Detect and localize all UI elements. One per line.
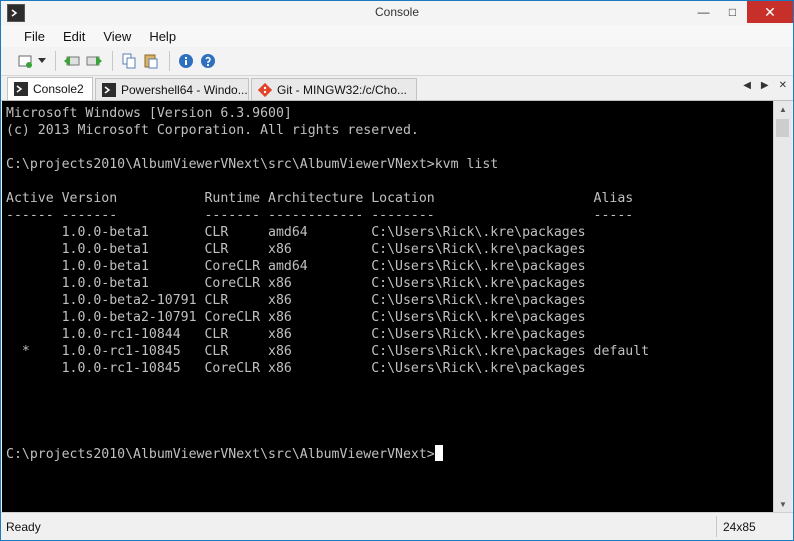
status-bar: Ready 24x85 (1, 512, 793, 540)
new-tab-dropdown[interactable] (37, 51, 47, 71)
tab-console2[interactable]: Console2 (7, 77, 93, 100)
tab-close-icon[interactable]: ✕ (779, 80, 787, 91)
arrow-right-icon (86, 56, 102, 66)
console-window: Console — □ ✕ File Edit View Help Consol… (0, 0, 794, 541)
toolbar (1, 47, 793, 76)
chevron-down-icon (38, 58, 46, 63)
info-icon (179, 54, 193, 68)
help-button[interactable] (198, 51, 218, 71)
tab-bar: Console2 Powershell64 - Windo... Git - M… (1, 76, 793, 101)
close-button[interactable]: ✕ (747, 1, 793, 23)
vertical-scrollbar[interactable]: ▲ ▼ (773, 101, 792, 513)
console-tab-icon (14, 82, 28, 96)
scroll-down-icon[interactable]: ▼ (774, 496, 792, 513)
text-cursor (434, 445, 443, 461)
info-button[interactable] (176, 51, 196, 71)
console-line: (c) 2013 Microsoft Corporation. All righ… (6, 123, 419, 138)
console-line: 1.0.0-beta1 CoreCLR x86 C:\Users\Rick\.k… (6, 276, 586, 291)
menu-file[interactable]: File (15, 29, 54, 44)
menu-help[interactable]: Help (140, 29, 185, 44)
new-tab-icon (18, 55, 32, 68)
powershell-tab-icon (102, 82, 116, 97)
new-tab-button[interactable] (15, 51, 35, 71)
toolbar-separator (112, 51, 113, 71)
console-line: Active Version Runtime Architecture Loca… (6, 191, 634, 206)
console-prompt: C:\projects2010\AlbumViewerVNext\src\Alb… (6, 447, 435, 462)
console-size: 24x85 (716, 516, 793, 537)
help-icon (201, 54, 215, 68)
scrollbar-thumb[interactable] (776, 119, 789, 137)
console-prompt-line: C:\projects2010\AlbumViewerVNext\src\Alb… (6, 445, 774, 462)
toolbar-separator (55, 51, 56, 71)
window-title: Console (374, 5, 420, 19)
arrow-left-icon (64, 56, 80, 66)
console-line: ------ ------- ------- ------------ ----… (6, 208, 634, 223)
tab-label: Git - MINGW32:/c/Cho... (277, 82, 408, 97)
menu-view[interactable]: View (94, 29, 140, 44)
minimize-button[interactable]: — (689, 1, 718, 23)
console-line: C:\projects2010\AlbumViewerVNext\src\Alb… (6, 157, 499, 172)
scroll-up-icon[interactable]: ▲ (774, 101, 792, 118)
console-line: 1.0.0-rc1-10845 CoreCLR x86 C:\Users\Ric… (6, 361, 586, 376)
tab-label: Powershell64 - Windo... (121, 82, 248, 97)
copy-icon (122, 53, 136, 69)
status-text: Ready (6, 519, 41, 534)
next-tab-button[interactable] (84, 51, 104, 71)
tab-scroll-left-icon[interactable]: ◀ (743, 80, 751, 91)
toolbar-separator (169, 51, 170, 71)
console-line: 1.0.0-beta1 CLR x86 C:\Users\Rick\.kre\p… (6, 242, 586, 257)
console-line: 1.0.0-beta1 CLR amd64 C:\Users\Rick\.kre… (6, 225, 586, 240)
paste-icon (144, 54, 158, 69)
title-bar[interactable]: Console — □ ✕ (1, 1, 793, 25)
tab-git[interactable]: Git - MINGW32:/c/Cho... (251, 78, 417, 100)
tab-powershell64[interactable]: Powershell64 - Windo... (95, 78, 249, 100)
console-line: 1.0.0-beta2-10791 CLR x86 C:\Users\Rick\… (6, 293, 586, 308)
menu-bar: File Edit View Help (1, 25, 793, 47)
menu-edit[interactable]: Edit (54, 29, 94, 44)
console-output[interactable]: Microsoft Windows [Version 6.3.9600] (c) … (2, 101, 774, 513)
console-line: 1.0.0-beta2-10791 CoreCLR x86 C:\Users\R… (6, 310, 586, 325)
git-tab-icon (258, 82, 272, 97)
previous-tab-button[interactable] (62, 51, 82, 71)
console-line: * 1.0.0-rc1-10845 CLR x86 C:\Users\Rick\… (6, 344, 650, 359)
console-line: 1.0.0-rc1-10844 CLR x86 C:\Users\Rick\.k… (6, 327, 586, 342)
console-line: Microsoft Windows [Version 6.3.9600] (6, 106, 292, 121)
tab-label: Console2 (33, 82, 84, 96)
tab-scroll-right-icon[interactable]: ▶ (761, 80, 769, 91)
paste-button[interactable] (141, 51, 161, 71)
copy-button[interactable] (119, 51, 139, 71)
console-line: 1.0.0-beta1 CoreCLR amd64 C:\Users\Rick\… (6, 259, 586, 274)
maximize-button[interactable]: □ (718, 1, 747, 23)
